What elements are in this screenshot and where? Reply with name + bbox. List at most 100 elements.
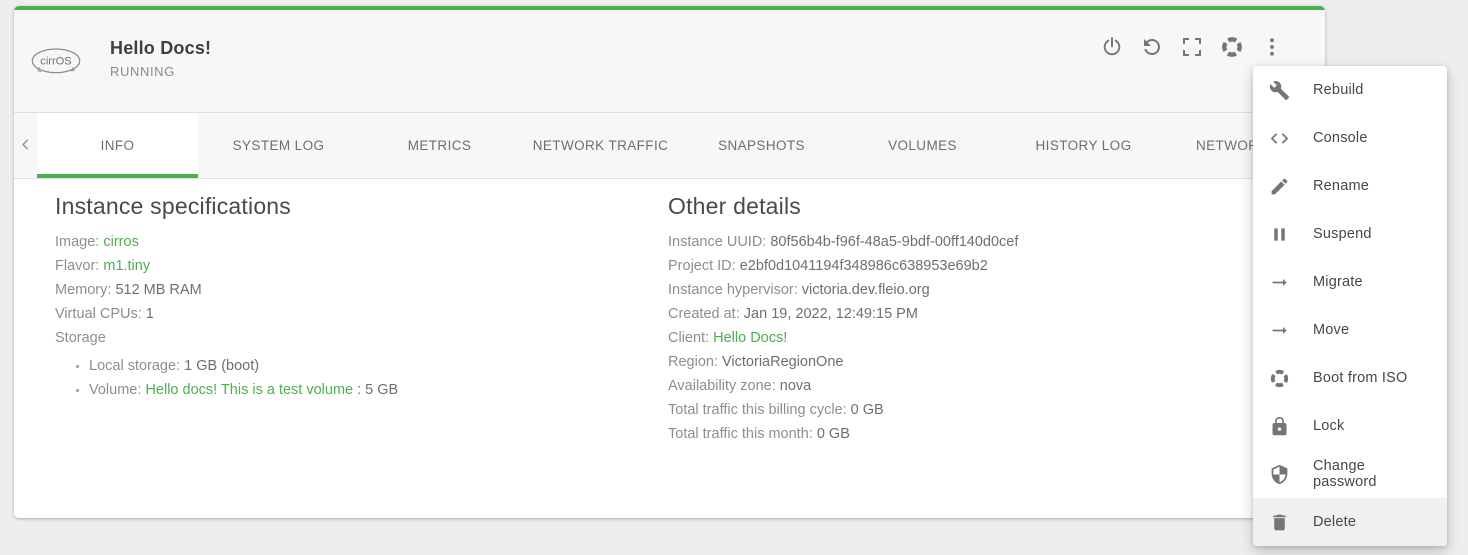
fullscreen-button[interactable] [1180, 35, 1204, 59]
detail-row-5-value: VictoriaRegionOne [722, 354, 843, 370]
instance-status-badge: RUNNING [110, 64, 211, 79]
title-block: Hello Docs! RUNNING [110, 38, 211, 79]
menu-item-label: Boot from ISO [1313, 370, 1407, 386]
spec-row-1-label: Flavor: [55, 258, 99, 274]
trash-icon [1269, 512, 1290, 533]
tab-info[interactable]: INFO [37, 113, 198, 178]
tab-system-log[interactable]: SYSTEM LOG [198, 113, 359, 178]
header-actions [1100, 35, 1284, 59]
tab-scroll-left-button[interactable] [14, 113, 37, 178]
menu-item-label: Rename [1313, 178, 1369, 194]
menu-item-rebuild[interactable]: Rebuild [1253, 66, 1447, 114]
storage-bullet-row-0-value: 1 GB (boot) [184, 358, 259, 374]
cloud-outline: cirrOS [30, 44, 82, 79]
cirros-logo: cirrOS [30, 44, 82, 80]
boot-from-iso-button[interactable] [1220, 35, 1244, 59]
detail-row-8: Total traffic this month: 0 GB [668, 422, 1268, 446]
menu-item-boot-from-iso[interactable]: Boot from ISO [1253, 354, 1447, 402]
pause-icon [1269, 224, 1290, 245]
detail-row-1-value: e2bf0d1041194f348986c638953e69b2 [740, 258, 988, 274]
card-header: cirrOS Hello Docs! RUNNING [14, 10, 1325, 113]
detail-row-2: Instance hypervisor: victoria.dev.fleio.… [668, 278, 1268, 302]
more-vert-icon [1260, 35, 1284, 59]
other-details-section: Other details Instance UUID: 80f56b4b-f9… [668, 193, 1268, 446]
menu-item-lock[interactable]: Lock [1253, 402, 1447, 450]
tab-volumes[interactable]: VOLUMES [842, 113, 1003, 178]
detail-row-8-label: Total traffic this month: [668, 426, 813, 442]
spec-row-2: Memory: 512 MB RAM [55, 278, 615, 302]
spec-row-1-link[interactable]: m1.tiny [103, 258, 150, 274]
power-icon [1100, 35, 1124, 59]
storage-bullet-row-0: Local storage: 1 GB (boot) [89, 354, 615, 378]
wrench-icon [1269, 80, 1290, 101]
power-button[interactable] [1100, 35, 1124, 59]
detail-row-3: Created at: Jan 19, 2022, 12:49:15 PM [668, 302, 1268, 326]
spec-row-0-link[interactable]: cirros [103, 234, 138, 250]
detail-row-7-label: Total traffic this billing cycle: [668, 402, 847, 418]
spec-row-1: Flavor: m1.tiny [55, 254, 615, 278]
menu-item-migrate[interactable]: Migrate [1253, 258, 1447, 306]
detail-row-2-value: victoria.dev.fleio.org [802, 282, 930, 298]
tab-history-log[interactable]: HISTORY LOG [1003, 113, 1164, 178]
detail-row-4-label: Client: [668, 330, 709, 346]
spec-row-0: Image: cirros [55, 230, 615, 254]
lock-icon [1269, 416, 1290, 437]
detail-row-0: Instance UUID: 80f56b4b-f96f-48a5-9bdf-0… [668, 230, 1268, 254]
spec-row-3: Virtual CPUs: 1 [55, 302, 615, 326]
instance-actions-menu: Rebuild Console Rename Suspend Migrate Move Bo… [1253, 66, 1447, 546]
code-icon [1269, 128, 1290, 149]
restart-icon [1140, 35, 1164, 59]
detail-row-3-value: Jan 19, 2022, 12:49:15 PM [744, 306, 918, 322]
boot-iso-icon [1220, 35, 1244, 59]
menu-item-label: Migrate [1313, 274, 1363, 290]
info-tab-content: Instance specifications Image: cirrosFla… [14, 179, 1325, 518]
detail-row-2-label: Instance hypervisor: [668, 282, 798, 298]
specs-heading: Instance specifications [55, 193, 615, 220]
detail-row-5: Region: VictoriaRegionOne [668, 350, 1268, 374]
menu-item-delete[interactable]: Delete [1253, 498, 1447, 546]
menu-item-label: Console [1313, 130, 1368, 146]
menu-item-label: Lock [1313, 418, 1344, 434]
tab-metrics[interactable]: METRICS [359, 113, 520, 178]
more-options-button[interactable] [1260, 35, 1284, 59]
menu-item-label: Move [1313, 322, 1349, 338]
detail-row-1-label: Project ID: [668, 258, 736, 274]
menu-item-move[interactable]: Move [1253, 306, 1447, 354]
storage-bullet-0: Local storage: 1 GB (boot) [89, 354, 615, 378]
menu-item-label: Change password [1313, 458, 1431, 490]
menu-item-console[interactable]: Console [1253, 114, 1447, 162]
tab-network-traffic[interactable]: NETWORK TRAFFIC [520, 113, 681, 178]
arrow-right-icon [1269, 320, 1290, 341]
storage-bullet-row-1-link[interactable]: Hello docs! This is a test volume [145, 382, 353, 398]
detail-row-0-value: 80f56b4b-f96f-48a5-9bdf-00ff140d0cef [770, 234, 1018, 250]
detail-row-4-link[interactable]: Hello Docs! [713, 330, 787, 346]
fullscreen-icon [1180, 35, 1204, 59]
restart-button[interactable] [1140, 35, 1164, 59]
detail-row-6-value: nova [780, 378, 811, 394]
menu-item-change-password[interactable]: Change password [1253, 450, 1447, 498]
menu-item-suspend[interactable]: Suspend [1253, 210, 1447, 258]
details-heading: Other details [668, 193, 1268, 220]
menu-item-rename[interactable]: Rename [1253, 162, 1447, 210]
tab-list: INFOSYSTEM LOGMETRICSNETWORK TRAFFICSNAP… [37, 113, 1325, 178]
storage-bullet-row-1: Volume: Hello docs! This is a test volum… [89, 378, 615, 402]
storage-bullet-row-1-suffix: : 5 GB [353, 382, 398, 398]
spec-row-3-value: 1 [146, 306, 154, 322]
detail-row-6: Availability zone: nova [668, 374, 1268, 398]
instance-specifications-section: Instance specifications Image: cirrosFla… [55, 193, 615, 402]
spec-row-2-value: 512 MB RAM [115, 282, 201, 298]
instance-title: Hello Docs! [110, 38, 211, 59]
storage-list: Local storage: 1 GB (boot)Volume: Hello … [55, 354, 615, 402]
svg-text:cirrOS: cirrOS [40, 56, 71, 68]
spec-row-3-label: Virtual CPUs: [55, 306, 142, 322]
spec-row-4-label: Storage [55, 330, 106, 346]
detail-row-6-label: Availability zone: [668, 378, 776, 394]
tab-snapshots[interactable]: SNAPSHOTS [681, 113, 842, 178]
tab-bar: INFOSYSTEM LOGMETRICSNETWORK TRAFFICSNAP… [14, 113, 1325, 179]
menu-item-label: Rebuild [1313, 82, 1364, 98]
shield-icon [1269, 464, 1290, 485]
menu-item-label: Suspend [1313, 226, 1372, 242]
pencil-icon [1269, 176, 1290, 197]
detail-row-3-label: Created at: [668, 306, 740, 322]
arrow-right-icon [1269, 272, 1290, 293]
